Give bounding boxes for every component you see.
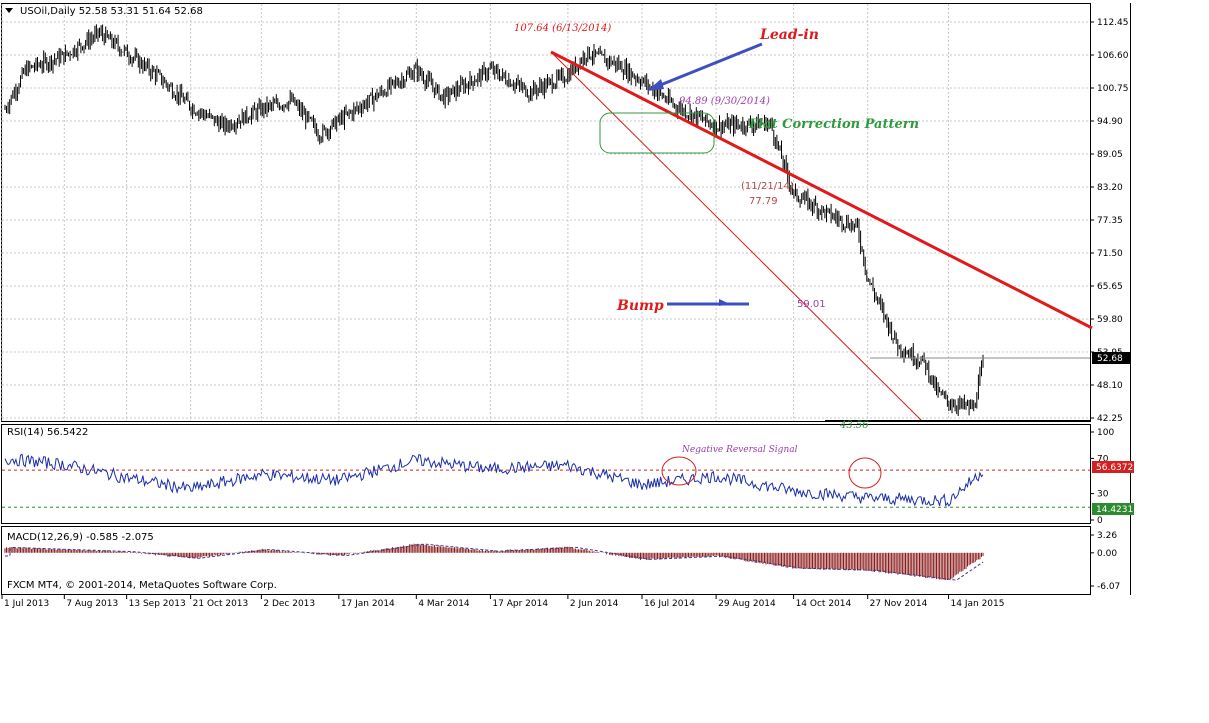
bump-label: Bump [616,298,664,314]
rsi-header: RSI(14) 56.5422 [7,427,88,438]
price-annotation-77: 77.79 [749,196,778,207]
x-tick-label: 13 Sep 2013 [129,599,186,609]
flat-correction-label: Flat Correction Pattern [748,117,919,132]
x-tick-label: 14 Oct 2014 [796,599,852,609]
rsi-panel-frame [1,424,1091,524]
rsi-level-label-lower: 14.4231 [1096,505,1133,515]
y-tick-label: 65.65 [1097,282,1123,292]
y-tick-label: 106.60 [1097,51,1129,61]
y-tick-label: 71.50 [1097,249,1123,259]
x-tick-label: 2 Jun 2014 [570,599,619,609]
x-tick-label: 27 Nov 2014 [870,599,928,609]
y-tick-label: 100.75 [1097,84,1129,94]
peak-annotation: 107.64 (6/13/2014) [514,23,611,34]
x-tick-label: 17 Apr 2014 [492,599,548,609]
main-panel-frame [1,3,1091,422]
rsi-level-label-upper: 56.6372 [1096,463,1133,473]
y-tick-label: 59.80 [1097,315,1123,325]
watermark: FXCM MT4, © 2001-2014, MetaQuotes Softwa… [7,580,277,591]
macd-y-tick-label: 3.26 [1097,531,1117,541]
x-tick-label: 2 Dec 2013 [263,599,315,609]
x-tick-label: 7 Aug 2013 [66,599,118,609]
current-price-label: 52.68 [1097,354,1123,364]
x-tick-label: 14 Jan 2015 [951,599,1005,609]
y-tick-label: 83.20 [1097,183,1123,193]
x-tick-label: 17 Jan 2014 [341,599,395,609]
y-tick-label: 112.45 [1097,18,1129,28]
x-tick-label: 29 Aug 2014 [718,599,776,609]
low-annotation: 43.56 [839,420,869,431]
price-chart: 1 Jul 2013 7 Aug 2013 13 Sep 2013 21 Oct 20… [1,3,1134,609]
y-tick-label: 48.10 [1097,381,1123,391]
rsi-y-tick-label: 0 [1097,516,1103,526]
price-annotation-59: 59.01 [797,299,826,310]
negative-reversal-label: Negative Reversal Signal [681,445,798,455]
rsi-y-tick-label: 100 [1097,428,1114,438]
x-tick-label: 16 Jul 2014 [644,599,695,609]
macd-y-tick-label: -6.07 [1097,582,1120,592]
lead-in-label: Lead-in [759,27,819,43]
pivot-annotation: 94.89 (9/30/2014) [679,96,770,107]
x-tick-label: 4 Mar 2014 [418,599,470,609]
x-tick-label: 21 Oct 2013 [193,599,249,609]
y-tick-label: 89.05 [1097,150,1123,160]
symbol-header: USOil,Daily 52.58 53.31 51.64 52.68 [20,6,203,17]
rsi-y-tick-label: 30 [1097,490,1109,500]
macd-y-tick-label: 0.00 [1097,549,1117,559]
macd-header: MACD(12,26,9) -0.585 -2.075 [7,532,154,543]
x-tick-label: 1 Jul 2013 [4,599,49,609]
y-tick-label: 42.25 [1097,414,1123,424]
date-annotation: (11/21/14) [741,181,794,192]
y-tick-label: 94.90 [1097,117,1123,127]
y-tick-label: 77.35 [1097,216,1123,226]
